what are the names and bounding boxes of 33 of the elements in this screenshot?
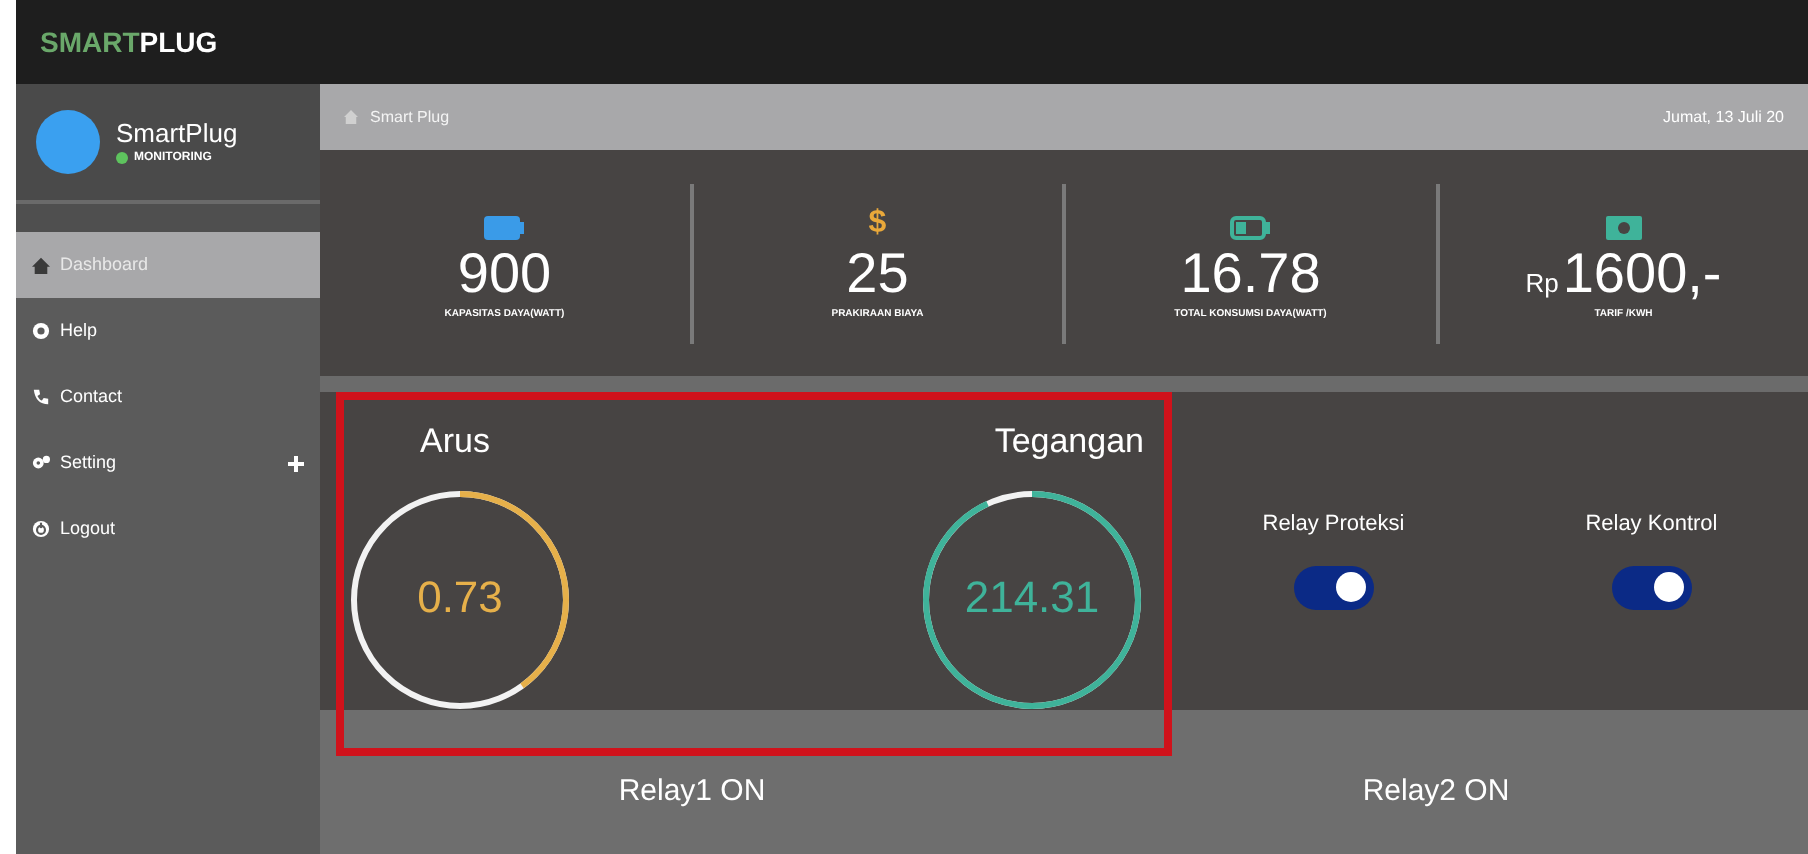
stat-value: 25: [846, 243, 909, 304]
gauge-value: 0.73: [415, 572, 505, 625]
gears-icon: [32, 454, 50, 472]
stat-value: 16.78: [1180, 243, 1321, 304]
dollar-sign: $: [868, 207, 887, 240]
avatar: [36, 110, 100, 174]
currency-prefix: Rp: [1525, 265, 1559, 302]
gauge-label: Arus: [420, 420, 490, 464]
phone-icon: [32, 388, 50, 406]
sidebar-item[interactable]: Help: [16, 298, 320, 364]
home-icon: [32, 256, 50, 274]
toggle-label: Relay Kontrol: [1585, 510, 1718, 540]
relay-status: Relay2 ON: [1362, 771, 1510, 812]
toggle-switch[interactable]: [1611, 565, 1692, 609]
home-icon: [344, 110, 358, 124]
sidebar-item[interactable]: Logout: [16, 496, 320, 562]
brand-logo[interactable]: SMARTPLUG: [40, 21, 218, 63]
gauge-value: 214.31: [962, 572, 1102, 625]
sidebar-item[interactable]: Setting: [16, 430, 320, 496]
money-icon: [1605, 215, 1642, 240]
profile-name: SmartPlug: [116, 117, 238, 149]
relay-status: Relay1 ON: [618, 771, 766, 812]
stat-value: 900: [457, 243, 552, 304]
battery-icon: [484, 215, 525, 240]
date-text: Jumat, 13 Juli 20: [1663, 105, 1784, 129]
help-icon: [32, 322, 50, 340]
toggle-label: Relay Proteksi: [1262, 510, 1405, 540]
gauge-label: Tegangan: [994, 420, 1144, 464]
sidebar-item[interactable]: Contact: [16, 364, 320, 430]
power-icon: [32, 520, 50, 538]
battery-icon: [1230, 215, 1271, 240]
toggle-switch[interactable]: [1293, 565, 1374, 609]
stat-value: 1600,-: [1562, 243, 1722, 304]
